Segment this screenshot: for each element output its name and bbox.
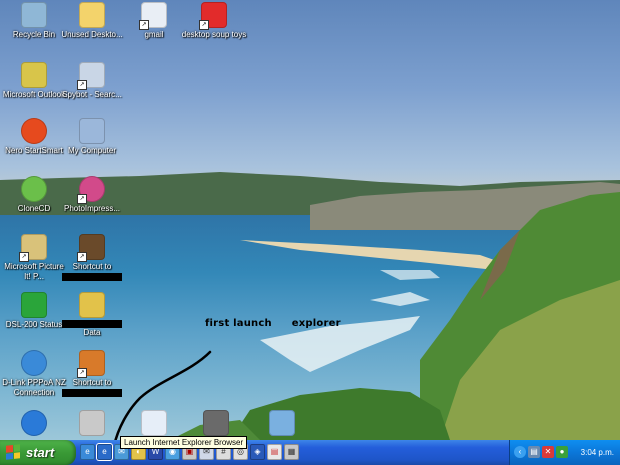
annotation-first-launch: first launch — [205, 318, 272, 329]
desktop: Recycle Bin Unused Deskto... ↗ gmail ↗ d… — [0, 0, 620, 440]
desktop-icon-desktop-soup-toys[interactable]: ↗ desktop soup toys — [180, 2, 248, 40]
picture-it-icon: ↗ — [19, 234, 47, 262]
redacted-label — [62, 273, 122, 281]
dlink-connection-icon — [21, 350, 47, 376]
start-label: start — [26, 445, 55, 460]
app-icon[interactable]: ◈ — [250, 444, 265, 460]
app-icon — [269, 410, 295, 436]
clock: 3:04 p.m. — [580, 448, 614, 457]
desktop-icon-unused-desktop[interactable]: Unused Deskto... — [58, 2, 126, 40]
desktop-icon-partial-2[interactable] — [58, 410, 126, 438]
network-icon[interactable]: ▤ — [528, 446, 540, 458]
desktop-icon-partial-5[interactable] — [248, 410, 316, 438]
gmail-icon: ↗ — [139, 2, 167, 30]
antivirus-icon[interactable]: ✕ — [542, 446, 554, 458]
clonecd-icon — [21, 176, 47, 202]
desktop-icon-partial-3[interactable] — [120, 410, 188, 438]
document-icon — [141, 410, 167, 436]
dsl-status-icon — [21, 292, 47, 318]
desktop-icon-shortcut-2[interactable]: ↗ Shortcut to — [58, 350, 126, 397]
start-button[interactable]: start — [0, 440, 76, 465]
desktop-icon-gmail[interactable]: ↗ gmail — [120, 2, 188, 40]
nero-icon — [21, 118, 47, 144]
ie-icon — [21, 410, 47, 436]
desktop-icon-my-computer[interactable]: My Computer — [58, 118, 126, 156]
annotation-explorer: explorer — [291, 318, 341, 329]
desktop-icon-photoimpression[interactable]: ↗ PhotoImpress... — [58, 176, 126, 214]
shortcut-user-icon: ↗ — [77, 234, 105, 262]
desktop-icon-data[interactable]: Data — [58, 292, 126, 338]
app-icon — [203, 410, 229, 436]
desktop-icon-spybot[interactable]: ↗ Spybot - Searc... — [58, 62, 126, 100]
shortcut-user-icon: ↗ — [77, 350, 105, 378]
app-icon[interactable]: ▦ — [284, 444, 299, 460]
soup-s-icon: ↗ — [199, 2, 227, 30]
taskbar: start e e ✉ ◐ W ◉ ▣ ✉ # ◎ ◈ ▤ ▦ ‹ ▤ ✕ ● … — [0, 440, 620, 465]
recycle-bin-icon — [21, 2, 47, 28]
network-status-icon[interactable]: ● — [556, 446, 568, 458]
tray-back-arrow-icon[interactable]: ‹ — [514, 446, 526, 458]
windows-flag-icon — [6, 444, 20, 460]
tooltip: Launch Internet Explorer Browser — [120, 436, 248, 449]
app-icon[interactable]: ▤ — [267, 444, 282, 460]
outlook-icon — [21, 62, 47, 88]
system-tray: ‹ ▤ ✕ ● 3:04 p.m. — [509, 440, 620, 465]
redacted-label — [62, 389, 122, 397]
locked-folder-icon — [79, 292, 105, 318]
folder-icon — [79, 2, 105, 28]
photoimpression-icon: ↗ — [77, 176, 105, 204]
my-computer-icon — [79, 118, 105, 144]
desktop-icon-partial-4[interactable] — [182, 410, 250, 438]
desktop-icon-shortcut-1[interactable]: ↗ Shortcut to — [58, 234, 126, 281]
redacted-label — [62, 320, 122, 328]
app-icon — [79, 410, 105, 436]
ie-quicklaunch-icon[interactable]: e — [80, 444, 95, 460]
ie-quicklaunch-icon[interactable]: e — [97, 444, 112, 460]
annotation-text: first launch explorer — [205, 318, 361, 329]
spybot-icon: ↗ — [77, 62, 105, 90]
